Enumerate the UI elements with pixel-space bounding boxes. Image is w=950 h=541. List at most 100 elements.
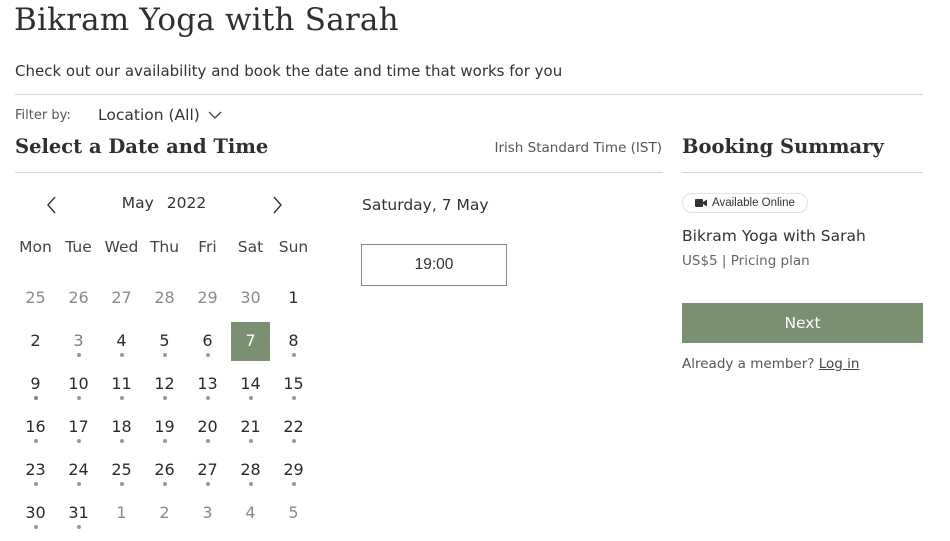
- calendar-day: 2: [143, 492, 186, 535]
- weekday-label: Sun: [278, 238, 309, 256]
- availability-dot: [76, 482, 81, 486]
- calendar-day-selected[interactable]: 7: [231, 322, 270, 361]
- day-number: 8: [288, 331, 299, 350]
- badge-label: Available Online: [712, 197, 795, 209]
- calendar-day[interactable]: 31: [57, 492, 100, 535]
- calendar-day[interactable]: 27: [186, 449, 229, 492]
- calendar-day[interactable]: 11: [100, 363, 143, 406]
- day-number: 30: [240, 288, 261, 307]
- weekday-label: Sat: [237, 238, 264, 256]
- calendar-day[interactable]: 20: [186, 406, 229, 449]
- availability-dot: [162, 482, 167, 486]
- calendar: May 2022 Mon Tue Wed Thu Fri Sat Sun 25 2…: [14, 190, 314, 535]
- day-number: 15: [283, 374, 304, 393]
- calendar-day[interactable]: 13: [186, 363, 229, 406]
- page-title: Bikram Yoga with Sarah: [14, 2, 399, 38]
- calendar-day[interactable]: 15: [272, 363, 315, 406]
- calendar-day[interactable]: 16: [14, 406, 57, 449]
- availability-dot: [205, 482, 210, 486]
- calendar-day[interactable]: 24: [57, 449, 100, 492]
- calendar-days-grid: 25 26 27 28 29 30 1 2 3 4 5 6 7 8 9 10 11 12 13 14 15 16 17 18 1…: [14, 277, 314, 535]
- day-number: 16: [25, 417, 46, 436]
- calendar-day: 29: [186, 277, 229, 320]
- day-number: 3: [73, 331, 84, 350]
- calendar-day[interactable]: 22: [272, 406, 315, 449]
- calendar-day[interactable]: 29: [272, 449, 315, 492]
- day-number: 20: [197, 417, 218, 436]
- calendar-day[interactable]: 19: [143, 406, 186, 449]
- availability-dot: [76, 396, 81, 400]
- day-number: 4: [245, 503, 256, 522]
- next-month-button[interactable]: [269, 194, 285, 216]
- availability-dot: [291, 482, 296, 486]
- day-number: 17: [68, 417, 89, 436]
- calendar-day[interactable]: 6: [186, 320, 229, 363]
- availability-dot: [119, 353, 124, 357]
- member-prompt: Already a member?: [682, 356, 815, 372]
- day-number: 26: [154, 460, 175, 479]
- day-number: 12: [154, 374, 175, 393]
- weekday-label: Thu: [149, 238, 180, 256]
- availability-dot: [205, 396, 210, 400]
- calendar-day[interactable]: 28: [229, 449, 272, 492]
- booking-summary-title: Booking Summary: [682, 135, 884, 158]
- availability-dot: [33, 482, 38, 486]
- calendar-day[interactable]: 14: [229, 363, 272, 406]
- calendar-day: 1: [100, 492, 143, 535]
- calendar-day[interactable]: 3: [57, 320, 100, 363]
- day-number: 29: [283, 460, 304, 479]
- divider: [15, 94, 923, 95]
- calendar-day[interactable]: 9: [14, 363, 57, 406]
- calendar-day[interactable]: 18: [100, 406, 143, 449]
- weekday-label: Mon: [19, 238, 52, 256]
- calendar-day[interactable]: 8: [272, 320, 315, 363]
- next-button[interactable]: Next: [682, 303, 923, 343]
- day-number: 27: [111, 288, 132, 307]
- availability-dot: [33, 396, 38, 400]
- availability-dot: [291, 439, 296, 443]
- day-number: 10: [68, 374, 89, 393]
- availability-dot: [119, 482, 124, 486]
- divider: [15, 172, 663, 173]
- page-subtitle: Check out our availability and book the …: [15, 62, 563, 80]
- video-camera-icon: [695, 199, 707, 207]
- availability-dot: [248, 439, 253, 443]
- calendar-day[interactable]: 30: [14, 492, 57, 535]
- availability-dot: [162, 353, 167, 357]
- divider: [682, 172, 923, 173]
- calendar-day[interactable]: 26: [143, 449, 186, 492]
- calendar-day: 4: [229, 492, 272, 535]
- calendar-day[interactable]: 25: [100, 449, 143, 492]
- calendar-day[interactable]: 21: [229, 406, 272, 449]
- day-number: 27: [197, 460, 218, 479]
- day-number: 13: [197, 374, 218, 393]
- location-filter-dropdown[interactable]: Location (All): [98, 106, 222, 124]
- calendar-day[interactable]: 23: [14, 449, 57, 492]
- day-number: 26: [68, 288, 89, 307]
- login-link[interactable]: Log in: [819, 356, 860, 372]
- calendar-header: May 2022: [14, 190, 314, 220]
- weekday-header-row: Mon Tue Wed Thu Fri Sat Sun: [14, 238, 314, 260]
- availability-dot: [248, 396, 253, 400]
- day-number: 14: [240, 374, 261, 393]
- day-number: 1: [116, 503, 127, 522]
- calendar-day[interactable]: 17: [57, 406, 100, 449]
- calendar-day[interactable]: 5: [143, 320, 186, 363]
- day-number: 1: [288, 288, 299, 307]
- calendar-day[interactable]: 10: [57, 363, 100, 406]
- day-number: 18: [111, 417, 132, 436]
- calendar-day: 26: [57, 277, 100, 320]
- calendar-day: 5: [272, 492, 315, 535]
- calendar-day: 28: [143, 277, 186, 320]
- time-slot-button[interactable]: 19:00: [361, 244, 507, 286]
- calendar-day[interactable]: 12: [143, 363, 186, 406]
- availability-dot: [76, 353, 81, 357]
- available-online-badge: Available Online: [682, 193, 808, 213]
- availability-dot: [119, 396, 124, 400]
- calendar-day[interactable]: 4: [100, 320, 143, 363]
- day-number: 22: [283, 417, 304, 436]
- weekday-label: Fri: [198, 238, 217, 256]
- day-number: 25: [111, 460, 132, 479]
- calendar-day: 1: [272, 277, 315, 320]
- previous-month-button[interactable]: [44, 194, 60, 216]
